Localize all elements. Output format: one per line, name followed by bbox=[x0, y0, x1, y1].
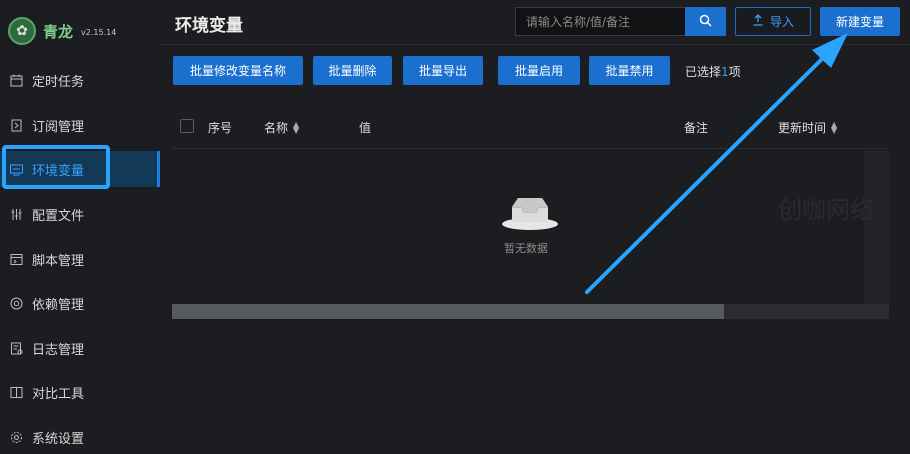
upload-icon bbox=[752, 14, 764, 29]
watermark: 创咖网络 bbox=[778, 196, 874, 224]
import-button[interactable]: 导入 bbox=[735, 7, 811, 36]
empty-text: 暂无数据 bbox=[504, 242, 548, 255]
search-icon bbox=[699, 14, 712, 30]
selected-count-text: 已选择1项 bbox=[685, 65, 741, 79]
sidebar-item-label: 配置文件 bbox=[32, 208, 85, 224]
new-variable-button[interactable]: 新建变量 bbox=[820, 7, 900, 36]
empty-inbox-icon bbox=[500, 193, 560, 233]
compare-icon bbox=[8, 384, 24, 400]
sidebar-item-label: 脚本管理 bbox=[32, 253, 85, 269]
column-name[interactable]: 名称 ▲ ▼ bbox=[264, 119, 299, 136]
sidebar-item-label: 订阅管理 bbox=[32, 119, 85, 135]
import-label: 导入 bbox=[769, 15, 794, 29]
sidebar-item-subscription[interactable]: 订阅管理 bbox=[0, 107, 160, 143]
active-indicator bbox=[157, 151, 160, 187]
sidebar-item-config[interactable]: 配置文件 bbox=[0, 196, 160, 232]
sidebar-item-label: 环境变量 bbox=[32, 163, 85, 179]
table-body: 创咖网络 暂无数据 bbox=[172, 150, 889, 304]
sidebar-item-scripts[interactable]: 脚本管理 bbox=[0, 241, 160, 277]
sliders-icon bbox=[8, 206, 24, 222]
sidebar-item-label: 系统设置 bbox=[32, 431, 85, 447]
page-title: 环境变量 bbox=[175, 16, 243, 36]
dependency-icon bbox=[8, 295, 24, 311]
sidebar-item-env[interactable]: 环境变量 bbox=[0, 151, 160, 187]
monitor-icon bbox=[8, 161, 24, 177]
gear-icon bbox=[8, 429, 24, 445]
sort-icon: ▲ ▼ bbox=[293, 119, 300, 135]
sidebar-item-label: 日志管理 bbox=[32, 342, 85, 358]
subscribe-icon bbox=[8, 117, 24, 133]
sidebar-item-dependencies[interactable]: 依赖管理 bbox=[0, 285, 160, 321]
column-remark: 备注 bbox=[684, 121, 709, 135]
fixed-column-shade bbox=[864, 150, 889, 304]
batch-export-button[interactable]: 批量导出 bbox=[403, 56, 483, 85]
search-button[interactable] bbox=[685, 7, 726, 36]
horizontal-scrollbar[interactable] bbox=[172, 304, 889, 319]
batch-enable-button[interactable]: 批量启用 bbox=[498, 56, 580, 85]
sidebar-item-compare[interactable]: 对比工具 bbox=[0, 374, 160, 410]
table-header: 序号 名称 ▲ ▼ 值 备注 更新时间 ▲ ▼ bbox=[172, 105, 889, 149]
brand[interactable]: ✿ 青龙 v2.15.14 bbox=[8, 16, 116, 46]
selected-count: 1 bbox=[721, 65, 729, 79]
batch-delete-button[interactable]: 批量删除 bbox=[313, 56, 392, 85]
sidebar-item-label: 对比工具 bbox=[32, 386, 85, 402]
sidebar: ✿ 青龙 v2.15.14 定时任务 订阅管理 环境变量 配置文件 脚本管理 依… bbox=[0, 0, 160, 454]
scrollbar-thumb[interactable] bbox=[172, 304, 725, 319]
sidebar-item-label: 定时任务 bbox=[32, 74, 85, 90]
batch-edit-name-button[interactable]: 批量修改变量名称 bbox=[173, 56, 303, 85]
search-bar bbox=[515, 7, 726, 36]
batch-disable-button[interactable]: 批量禁用 bbox=[589, 56, 670, 85]
brand-name: 青龙 bbox=[43, 22, 74, 41]
column-index: 序号 bbox=[208, 121, 233, 135]
sidebar-item-logs[interactable]: 日志管理 bbox=[0, 330, 160, 366]
script-icon bbox=[8, 251, 24, 267]
sidebar-item-cron[interactable]: 定时任务 bbox=[0, 62, 160, 98]
sidebar-item-settings[interactable]: 系统设置 bbox=[0, 419, 160, 454]
sort-icon: ▲ ▼ bbox=[831, 119, 838, 135]
search-input[interactable] bbox=[515, 7, 685, 36]
calendar-icon bbox=[8, 72, 24, 88]
brand-version: v2.15.14 bbox=[81, 28, 117, 37]
sidebar-item-label: 依赖管理 bbox=[32, 297, 85, 313]
column-value: 值 bbox=[359, 121, 372, 135]
header-divider bbox=[160, 44, 910, 45]
qinglong-logo-icon: ✿ bbox=[8, 17, 36, 45]
log-icon bbox=[8, 340, 24, 356]
column-updated-time[interactable]: 更新时间 ▲ ▼ bbox=[778, 119, 837, 136]
select-all-checkbox[interactable] bbox=[180, 119, 194, 133]
